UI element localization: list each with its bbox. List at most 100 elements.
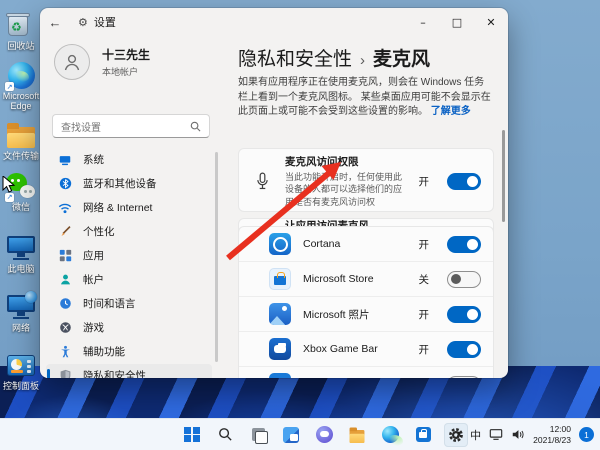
titlebar[interactable]: ← ⚙ 设置 – □ ✕ [40,8,508,36]
control-panel-icon [6,350,36,380]
apps-icon [58,249,72,263]
desktop-icon-label: 回收站 [7,41,35,51]
page-description: 如果有应用程序正在使用麦克风，则会在 Windows 任务栏上看到一个麦克风图标… [238,77,491,117]
toggle-state-label: 开 [418,238,430,251]
breadcrumb: 隐私和安全性 › 麦克风 [238,44,430,71]
desktop-icon-control-panel[interactable]: 控制面板 [0,350,42,391]
minimize-button[interactable]: – [406,8,440,36]
xbox-game-bar-toggle[interactable] [447,340,481,358]
app-permission-list: Cortana 开 Microsoft Store 关 Microsoft 照片… [238,226,494,378]
photos-icon [269,303,291,325]
settings-content: 隐私和安全性 › 麦克风 如果有应用程序正在使用麦克风，则会在 Windows … [238,36,508,378]
desktop-icon-file-transfer[interactable]: 文件传输 [0,120,42,161]
edge-button[interactable] [378,423,403,447]
clipped-app-icon [269,373,291,378]
clock[interactable]: 12:00 2021/8/23 [533,424,571,445]
file-explorer-button[interactable] [345,423,369,447]
taskbar-center [180,419,468,450]
setting-title: 麦克风访问权限 [285,155,359,168]
sidebar-item-bluetooth-devices[interactable]: 蓝牙和其他设备 [46,172,212,195]
widgets-button[interactable] [279,423,303,447]
store-icon [415,427,431,442]
notification-badge[interactable]: 1 [579,427,594,442]
cortana-icon [269,233,291,255]
desktop-icon-this-pc[interactable]: 此电脑 [0,233,42,274]
task-view-icon [251,428,268,444]
network-icon[interactable] [489,428,503,441]
accessibility-icon [58,345,72,359]
sidebar-item-time-language[interactable]: 时间和语言 [46,292,212,315]
selected-indicator [47,369,50,378]
volume-icon[interactable] [511,428,525,441]
folder-icon [6,120,36,150]
photos-toggle[interactable] [447,305,481,323]
sidebar-item-privacy-security[interactable]: 隐私和安全性 [46,364,212,378]
desktop-icon-network[interactable]: 网络 [0,290,42,333]
settings-nav: 系统 蓝牙和其他设备 网络 & Internet 个性化 应用 帐户 时间和语言… [46,148,212,378]
wifi-icon [58,201,72,215]
hidden-icons-chevron[interactable]: ∧ [456,430,463,440]
settings-window: ← ⚙ 设置 – □ ✕ 十三先生 本地帐户 查找设置 系统 蓝牙和其他设备 网… [40,8,508,378]
chat-button[interactable] [312,423,336,447]
breadcrumb-parent[interactable]: 隐私和安全性 [238,44,352,71]
this-pc-icon [6,233,36,263]
desktop-icon-recycle-bin[interactable]: ♻ 回收站 [0,10,42,51]
sidebar-item-network-internet[interactable]: 网络 & Internet [46,196,212,219]
desktop-icon-label: 此电脑 [7,264,35,275]
sidebar-item-personalization[interactable]: 个性化 [46,220,212,243]
desktop-icon-label: 控制面板 [2,381,39,392]
maximize-button[interactable]: □ [440,8,474,36]
recycle-bin-icon: ♻ [6,10,36,40]
windows-logo-icon [184,426,200,443]
tray-date: 2021/8/23 [533,434,571,445]
close-button[interactable]: ✕ [474,8,508,36]
mic-access-toggle[interactable] [447,172,481,190]
brush-icon [58,225,72,239]
account-icon [58,273,72,287]
sidebar-item-apps[interactable]: 应用 [46,244,212,267]
search-icon [218,428,232,441]
app-row-clipped: 反馈中心 关 [239,367,493,378]
search-input[interactable]: 查找设置 [52,114,210,138]
clipped-app-toggle[interactable] [447,375,481,378]
person-icon [64,54,80,71]
toggle-state-label: 开 [418,308,430,321]
app-row-microsoft-store: Microsoft Store 关 [239,262,493,297]
settings-app-icon: ⚙ [78,16,88,29]
edge-icon: ↗ [5,60,36,92]
back-button[interactable]: ← [40,15,70,30]
toggle-state-label: 开 [418,343,430,356]
desktop-icon-label: 微信 [11,201,30,212]
desktop-icon-edge[interactable]: ↗ Microsoft Edge [0,60,42,111]
sidebar-item-gaming[interactable]: 游戏 [46,316,212,339]
settings-sidebar: 十三先生 本地帐户 查找设置 系统 蓝牙和其他设备 网络 & Internet [40,36,236,378]
account-type: 本地帐户 [102,67,139,77]
taskbar: ∧ 中 12:00 2021/8/23 1 [0,418,600,450]
file-explorer-icon [349,427,365,444]
taskbar-search-button[interactable] [213,423,237,447]
toggle-state-label: 关 [419,377,430,379]
cortana-toggle[interactable] [447,235,481,253]
user-profile[interactable]: 十三先生 本地帐户 [54,44,150,80]
sidebar-item-system[interactable]: 系统 [46,148,212,171]
sidebar-scrollbar[interactable] [215,152,218,362]
ime-indicator[interactable]: 中 [470,427,481,443]
learn-more-link[interactable]: 了解更多 [431,106,471,117]
start-button[interactable] [180,423,204,447]
content-scrollbar[interactable] [502,130,505,222]
sidebar-item-accounts[interactable]: 帐户 [46,268,212,291]
desktop-icon-label: 文件传输 [2,151,39,162]
store-button[interactable] [411,423,435,447]
desktop-icon-label: Microsoft Edge [2,91,40,111]
system-tray: ∧ 中 12:00 2021/8/23 1 [456,419,594,450]
microsoft-store-icon [269,268,291,290]
widgets-icon [283,426,299,443]
task-view-button[interactable] [246,423,270,447]
edge-icon [381,426,403,446]
microsoft-store-toggle[interactable] [447,270,481,288]
xbox-game-bar-icon [269,338,291,360]
sidebar-item-accessibility[interactable]: 辅助功能 [46,340,212,363]
toggle-state-label: 开 [418,175,430,188]
mouse-cursor [2,176,16,193]
setting-description: 当此功能开启时，任何使用此设备的人都可以选择他们的应用是否有麦克风访问权 [285,171,403,207]
